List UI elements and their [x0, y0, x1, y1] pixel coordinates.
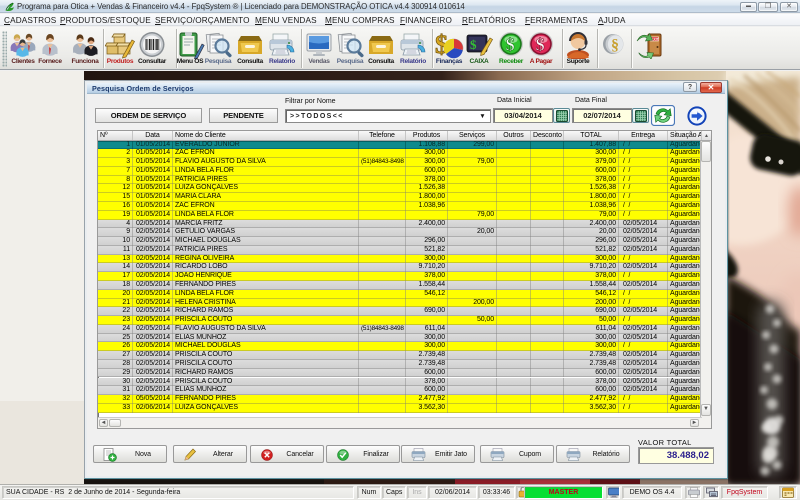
svg-text:§: §	[611, 37, 619, 54]
svg-text:$: $	[506, 35, 515, 55]
svg-text:$: $	[470, 37, 477, 52]
svg-text:$: $	[536, 35, 545, 55]
